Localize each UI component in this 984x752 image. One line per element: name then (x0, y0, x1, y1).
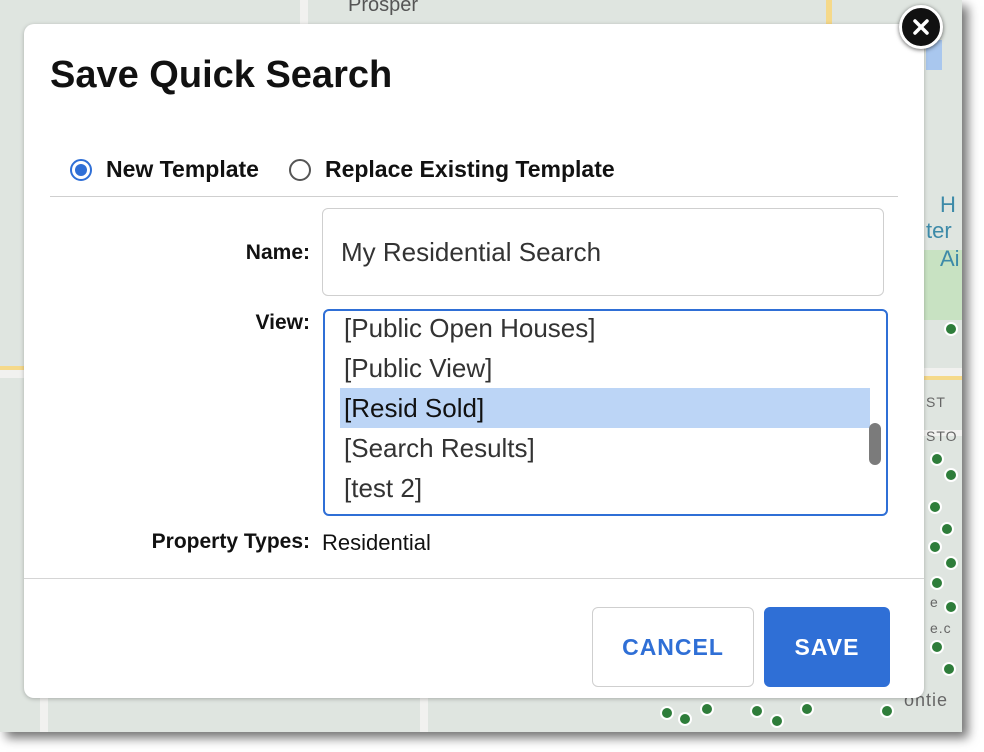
map-road-highway (826, 0, 832, 24)
map-marker[interactable] (944, 468, 958, 482)
view-option[interactable]: [Search Results] (340, 428, 870, 468)
map-marker[interactable] (800, 702, 814, 716)
cancel-button[interactable]: CANCEL (592, 607, 754, 687)
new-template-label[interactable]: New Template (106, 156, 259, 183)
map-marker[interactable] (940, 522, 954, 536)
map-label-street: ST (926, 394, 946, 410)
map-marker[interactable] (944, 322, 958, 336)
section-divider (50, 196, 898, 197)
view-list-scrollbar[interactable] (869, 423, 881, 465)
view-option-selected[interactable]: [Resid Sold] (340, 388, 870, 428)
property-types-value: Residential (322, 530, 431, 555)
new-template-option[interactable]: New Template (70, 156, 259, 183)
map-marker[interactable] (944, 600, 958, 614)
save-quick-search-dialog: Save Quick Search New Template Replace E… (24, 24, 924, 698)
footer-divider (24, 578, 924, 579)
map-marker[interactable] (928, 500, 942, 514)
map-label-town: Prosper (348, 0, 419, 16)
map-label-street: STO (926, 428, 958, 444)
map-marker[interactable] (930, 452, 944, 466)
view-label: View: (255, 311, 310, 334)
map-marker[interactable] (880, 704, 894, 718)
map-road (40, 698, 48, 732)
name-input[interactable] (322, 208, 884, 296)
save-button[interactable]: SAVE (764, 607, 890, 687)
close-button[interactable] (899, 5, 943, 49)
map-marker[interactable] (750, 704, 764, 718)
map-label-poi: Ai (940, 246, 960, 271)
template-mode-group: New Template Replace Existing Template (70, 156, 645, 183)
dialog-title: Save Quick Search (50, 54, 393, 96)
view-option[interactable]: [Public View] (340, 348, 870, 388)
map-label-street: e (930, 594, 939, 610)
view-listbox[interactable]: [Public Open Houses] [Public View] [Resi… (323, 309, 888, 516)
map-label-poi: ter (926, 218, 952, 243)
map-marker[interactable] (678, 712, 692, 726)
property-types-label: Property Types: (151, 530, 310, 553)
map-marker[interactable] (770, 714, 784, 728)
map-label-street: e.c (930, 620, 952, 636)
map-marker[interactable] (930, 640, 944, 654)
map-marker[interactable] (944, 556, 958, 570)
new-template-radio[interactable] (70, 158, 92, 181)
view-option[interactable]: [test 2] (340, 468, 870, 508)
replace-template-label[interactable]: Replace Existing Template (325, 156, 615, 183)
map-marker[interactable] (928, 540, 942, 554)
replace-template-radio[interactable] (288, 158, 311, 181)
map-label-poi: H (940, 192, 956, 217)
map-road-highway (924, 376, 962, 380)
close-icon (911, 17, 931, 37)
map-marker[interactable] (700, 702, 714, 716)
map-marker[interactable] (942, 662, 956, 676)
map-marker[interactable] (660, 706, 674, 720)
replace-template-option[interactable]: Replace Existing Template (288, 156, 615, 183)
map-marker[interactable] (930, 576, 944, 590)
name-label: Name: (245, 241, 310, 264)
map-road (420, 698, 428, 732)
view-option[interactable]: [Public Open Houses] (340, 311, 870, 348)
